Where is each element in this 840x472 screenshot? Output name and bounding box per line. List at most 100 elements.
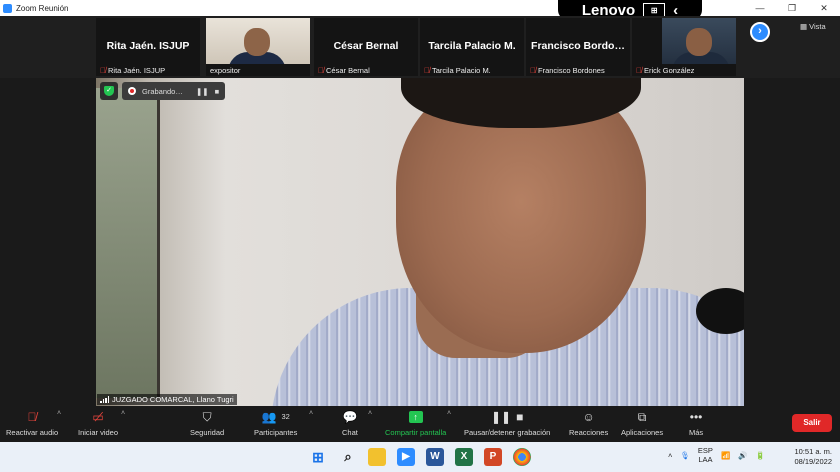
lenovo-camera-icon[interactable]: ⊞ bbox=[643, 3, 666, 17]
more-label: Más bbox=[689, 428, 704, 437]
speaker-nameplate: JUZGADO COMARCAL, Llano Tugri bbox=[97, 394, 237, 405]
video-options-caret-icon[interactable]: ˄ bbox=[121, 410, 125, 417]
participant-tile[interactable]: expositor bbox=[206, 18, 310, 76]
chrome-icon[interactable] bbox=[513, 448, 531, 466]
participant-name: Francisco Bordones bbox=[538, 66, 605, 75]
wifi-icon[interactable]: 📶 bbox=[721, 451, 730, 460]
speaker-name: JUZGADO COMARCAL, Llano Tugri bbox=[112, 395, 234, 404]
share-screen-label: Compartir pantalla bbox=[385, 428, 447, 437]
video-off-icon: ▭̸ bbox=[92, 410, 104, 424]
powerpoint-icon[interactable]: P bbox=[484, 448, 502, 466]
mic-muted-icon: 🎙̸ bbox=[318, 66, 324, 75]
shield-icon: ⛉ bbox=[202, 410, 212, 424]
participants-label: Participantes bbox=[254, 428, 298, 437]
meeting-toolbar: 🎙̸ Reactivar audio ˄ ▭̸ Iniciar video ˄ … bbox=[0, 406, 840, 442]
audio-options-caret-icon[interactable]: ˄ bbox=[57, 410, 61, 417]
system-tray: ˄ 🎙 ESP LAA 📶 🔊 🔋 bbox=[668, 446, 765, 464]
file-explorer-icon[interactable] bbox=[368, 448, 386, 466]
recording-indicator: ✓ Grabando… ❚❚ ■ bbox=[100, 82, 226, 100]
window-controls: — ❐ ✕ bbox=[744, 0, 840, 16]
windows-start-icon[interactable]: ⊞ bbox=[309, 448, 327, 466]
minimize-button[interactable]: — bbox=[744, 0, 776, 16]
recording-pill: Grabando… ❚❚ ■ bbox=[122, 82, 226, 100]
window-titlebar: Zoom Reunión — ❐ ✕ bbox=[0, 0, 840, 16]
view-button[interactable]: ▦ Vista bbox=[800, 22, 826, 31]
participant-display-name: Tarcila Palacio M. bbox=[428, 40, 516, 52]
microphone-icon[interactable]: 🎙 bbox=[680, 451, 690, 460]
more-button[interactable]: ••• Más bbox=[689, 409, 703, 437]
participant-tile[interactable]: Rita Jaén. ISJUP 🎙̸ Rita Jaén. ISJUP bbox=[96, 18, 200, 76]
participant-tile[interactable]: 🎙̸ Erick González bbox=[632, 18, 736, 76]
pause-recording-icon[interactable]: ❚❚ bbox=[196, 87, 209, 96]
grid-icon: ▦ bbox=[800, 22, 808, 31]
participants-icon: 👥 32 bbox=[261, 410, 290, 424]
view-label: Vista bbox=[809, 22, 826, 31]
start-video-button[interactable]: ▭̸ Iniciar video bbox=[78, 409, 118, 437]
next-page-button[interactable]: › bbox=[750, 22, 770, 42]
chat-caret-icon[interactable]: ˄ bbox=[368, 410, 372, 417]
share-screen-icon: ↑ bbox=[408, 409, 423, 425]
participant-tile[interactable]: Tarcila Palacio M. 🎙̸ Tarcila Palacio M. bbox=[420, 18, 524, 76]
participant-tile[interactable]: Francisco Bordo… 🎙̸ Francisco Bordones bbox=[526, 18, 630, 76]
language-code: ESP bbox=[697, 446, 713, 455]
participants-caret-icon[interactable]: ˄ bbox=[309, 410, 313, 417]
share-caret-icon[interactable]: ˄ bbox=[447, 410, 451, 417]
participant-name: Rita Jaén. ISJUP bbox=[108, 66, 166, 75]
pause-stop-recording-label: Pausar/detener grabación bbox=[464, 428, 551, 437]
word-icon[interactable]: W bbox=[426, 448, 444, 466]
search-icon[interactable]: ⌕ bbox=[339, 448, 357, 466]
maximize-button[interactable]: ❐ bbox=[776, 0, 808, 16]
clock-date: 08/19/2022 bbox=[794, 457, 832, 466]
unmute-button[interactable]: 🎙̸ Reactivar audio bbox=[6, 409, 58, 437]
stop-recording-icon[interactable]: ■ bbox=[215, 87, 220, 96]
signal-strength-icon bbox=[100, 396, 109, 403]
battery-icon[interactable]: 🔋 bbox=[756, 451, 765, 460]
show-hidden-icons-icon[interactable]: ˄ bbox=[668, 451, 672, 460]
apps-label: Aplicaciones bbox=[621, 428, 664, 437]
participant-label: 🎙̸ César Bernal bbox=[318, 66, 370, 75]
record-dot-icon bbox=[128, 87, 136, 95]
pause-stop-recording-button[interactable]: ❚❚ ■ Pausar/detener grabación bbox=[464, 409, 550, 437]
recording-status: Grabando… bbox=[142, 86, 183, 96]
close-window-button[interactable]: ✕ bbox=[808, 0, 840, 16]
participants-count: 32 bbox=[281, 412, 290, 421]
encryption-shield-icon[interactable]: ✓ bbox=[100, 82, 118, 100]
apps-icon: ⧉ bbox=[637, 410, 647, 424]
windows-taskbar: ⊞ ⌕ ▶ W X P ˄ 🎙 ESP LAA 📶 🔊 🔋 10:51 a. m.… bbox=[0, 442, 840, 472]
emoji-plus-icon: ☺ bbox=[582, 410, 595, 424]
participant-tile[interactable]: César Bernal 🎙̸ César Bernal bbox=[314, 18, 418, 76]
zoom-logo-icon bbox=[3, 3, 12, 13]
video-window bbox=[96, 88, 160, 398]
zoom-app-icon[interactable]: ▶ bbox=[397, 448, 415, 466]
apps-button[interactable]: ⧉ Aplicaciones bbox=[621, 409, 663, 437]
language-indicator[interactable]: ESP LAA bbox=[698, 446, 713, 464]
volume-icon[interactable]: 🔊 bbox=[738, 451, 747, 460]
security-button[interactable]: ⛉ Seguridad bbox=[190, 409, 224, 437]
pause-stop-icon: ❚❚ ■ bbox=[490, 410, 524, 424]
chat-button[interactable]: 💬 Chat bbox=[342, 409, 358, 437]
participant-video bbox=[206, 18, 310, 64]
share-screen-button[interactable]: ↑ Compartir pantalla bbox=[385, 409, 446, 437]
participant-label: 🎙̸ Erick González bbox=[636, 66, 694, 75]
participant-display-name: César Bernal bbox=[333, 40, 399, 52]
reactions-label: Reacciones bbox=[569, 428, 609, 437]
participant-name: César Bernal bbox=[326, 66, 370, 75]
security-label: Seguridad bbox=[190, 428, 225, 437]
participant-label: 🎙̸ Tarcila Palacio M. bbox=[424, 66, 491, 75]
more-dots-icon: ••• bbox=[689, 410, 703, 424]
clock-time: 10:51 a. m. bbox=[794, 447, 832, 456]
participants-button[interactable]: 👥 32 Participantes bbox=[254, 409, 297, 437]
excel-icon[interactable]: X bbox=[455, 448, 473, 466]
mic-muted-icon: 🎙̸ bbox=[27, 410, 37, 424]
reactions-button[interactable]: ☺ Reacciones bbox=[569, 409, 608, 437]
participant-video bbox=[662, 18, 736, 64]
taskbar-clock[interactable]: 10:51 a. m. 08/19/2022 bbox=[784, 447, 832, 467]
mic-muted-icon: 🎙̸ bbox=[530, 66, 536, 75]
participant-label: 🎙̸ Francisco Bordones bbox=[530, 66, 605, 75]
participant-label: expositor bbox=[210, 66, 240, 75]
participant-gallery: Rita Jaén. ISJUP 🎙̸ Rita Jaén. ISJUP expo… bbox=[0, 16, 840, 78]
mic-muted-icon: 🎙̸ bbox=[100, 66, 106, 75]
mic-muted-icon: 🎙̸ bbox=[424, 66, 430, 75]
leave-meeting-button[interactable]: Salir bbox=[792, 414, 832, 432]
participant-display-name: Francisco Bordo… bbox=[531, 40, 625, 52]
